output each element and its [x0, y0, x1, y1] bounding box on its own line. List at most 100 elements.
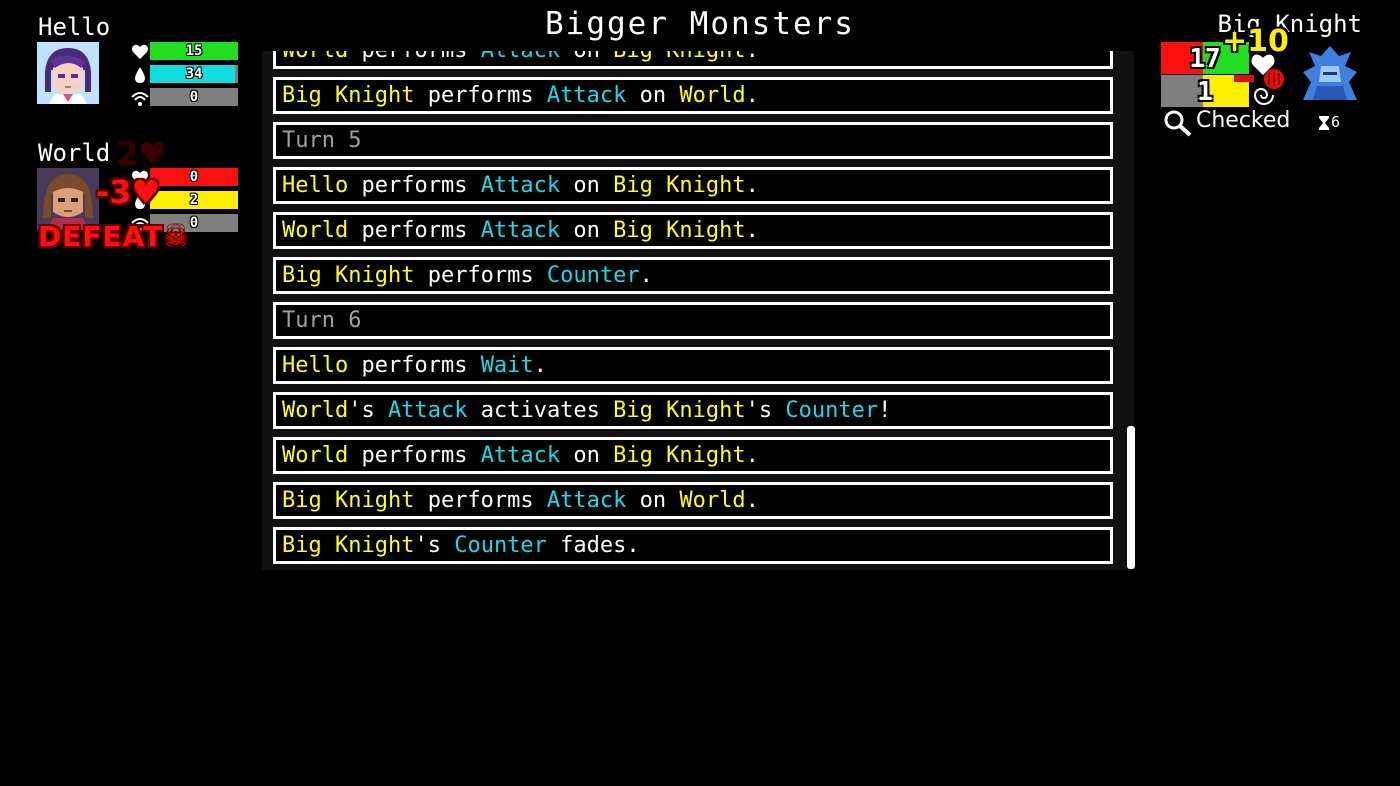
log-entry-text: Big Knight	[282, 263, 415, 288]
log-entry-text: Attack	[546, 488, 627, 513]
party-member-name: Hello	[38, 13, 111, 41]
party-member-name: World	[38, 139, 111, 167]
log-entry-text: on	[626, 83, 680, 108]
log-entry-text: fades.	[546, 533, 640, 558]
log-entry: Big Knight performs Counter.	[273, 257, 1113, 294]
hello-portrait[interactable]	[37, 42, 99, 104]
log-entry-text: 's	[414, 533, 455, 558]
log-entry: Turn 6	[273, 302, 1113, 339]
log-entry-text: on	[560, 218, 614, 243]
log-entry-text: performs	[414, 83, 547, 108]
log-entry-text: on	[626, 488, 680, 513]
damage-popup: -3♥	[96, 173, 161, 211]
log-entry-text: .	[639, 263, 653, 288]
log-entry-text: performs	[414, 488, 547, 513]
log-entry-text: performs	[348, 443, 481, 468]
log-entry-text: World	[679, 83, 746, 108]
enemy-timer: 6	[1331, 113, 1341, 131]
log-entry: Big Knight performs Attack on World.	[273, 77, 1113, 114]
signal-icon	[131, 89, 149, 107]
hello-status-bar: 0	[150, 88, 238, 106]
log-entry-text: .	[745, 83, 759, 108]
enemy-status-text: Checked	[1196, 108, 1291, 133]
log-entry-text: Big Knight	[282, 488, 415, 513]
log-entry-text: .	[745, 173, 759, 198]
log-entry-text: World	[282, 51, 348, 63]
log-entry: Hello performs Attack on Big Knight.	[273, 167, 1113, 204]
log-entry-text: Big Knight	[613, 173, 746, 198]
world-hp-bar: 0	[150, 168, 238, 186]
log-entry-text: Attack	[546, 83, 627, 108]
magnifier-icon	[1163, 109, 1193, 141]
log-entry-text: 's	[745, 398, 786, 423]
log-entry-text: Big Knight	[613, 51, 745, 63]
mp-value: 2	[189, 192, 199, 208]
log-entry-text: Attack	[480, 218, 561, 243]
log-entry-text: .	[746, 51, 759, 63]
log-entry-text: !	[878, 398, 892, 423]
faded-damage-popup: 2♥	[116, 135, 167, 173]
big-knight-portrait[interactable]	[1299, 42, 1361, 104]
log-entry-text: Attack	[481, 51, 560, 63]
log-entry-text: Counter	[546, 263, 640, 288]
spiral-icon	[1252, 84, 1276, 110]
log-scrollbar[interactable]	[1127, 426, 1135, 569]
defeat-label: DEFEAT☠	[38, 220, 189, 253]
hello-hp-bar: 15	[150, 42, 238, 60]
drop-icon	[131, 66, 149, 84]
log-entry-text: Counter	[785, 398, 879, 423]
log-entry-text: World	[282, 443, 349, 468]
log-entry-text: .	[745, 488, 759, 513]
log-entry: World performs Attack on Big Knight.	[273, 212, 1113, 249]
log-entry-text: Counter	[454, 533, 547, 558]
log-entry-text: Big Knight	[282, 83, 415, 108]
log-entry: World performs Attack on Big Knight.	[273, 51, 1113, 69]
log-entry: World performs Attack on Big Knight.	[273, 437, 1113, 474]
log-entry-text: .	[745, 443, 759, 468]
log-entry-text: performs	[348, 173, 481, 198]
log-entry-text: performs	[348, 218, 481, 243]
log-entry-text: on	[560, 173, 614, 198]
log-entry-text: performs	[348, 51, 480, 63]
log-entry-text: on	[560, 443, 614, 468]
hp-value: 0	[189, 169, 199, 185]
log-entry-text: activates	[467, 398, 614, 423]
heart-icon	[131, 43, 149, 61]
log-entry-text: Hello	[282, 353, 349, 378]
log-entry: Hello performs Wait.	[273, 347, 1113, 384]
log-entry-text: Attack	[387, 398, 468, 423]
log-entry-text: on	[560, 51, 613, 63]
damage-popup-value: -3	[96, 173, 132, 211]
world-mp-bar: 2	[150, 191, 238, 209]
log-entry-text: Attack	[480, 443, 561, 468]
skull-icon: ☠	[163, 220, 190, 253]
log-entry-text: Big Knight	[282, 533, 415, 558]
log-entry-text: Attack	[480, 173, 561, 198]
log-entry-text: Turn 6	[282, 308, 362, 333]
log-entry-text: 's	[348, 398, 388, 423]
log-entry: Big Knight's Counter fades.	[273, 527, 1113, 564]
log-entry-text: World	[282, 398, 349, 423]
game-title: Bigger Monsters	[545, 6, 855, 42]
mp-value: 34	[185, 66, 203, 82]
hourglass-icon	[1318, 115, 1330, 135]
status-value: 0	[189, 89, 199, 105]
log-entry-text: World	[282, 218, 349, 243]
log-entry-text: performs	[414, 263, 547, 288]
faded-popup-value: 2	[116, 135, 139, 173]
log-entry-text: Hello	[282, 173, 349, 198]
defeat-text: DEFEAT	[38, 220, 164, 253]
log-entry-text: Big Knight	[613, 443, 746, 468]
log-entry-text: .	[745, 218, 759, 243]
hello-mp-bar: 34	[150, 65, 238, 83]
combat-log[interactable]: World performs Attack on Big Knight.Big …	[262, 51, 1134, 570]
log-entry-text: Wait	[480, 353, 534, 378]
log-entry-text: .	[533, 353, 547, 378]
hp-value: 15	[185, 43, 203, 59]
log-entry-text: Big Knight	[613, 398, 746, 423]
log-entry-text: World	[679, 488, 746, 513]
log-entry-text: Big Knight	[613, 218, 746, 243]
log-entry: Turn 5	[273, 122, 1113, 159]
log-entry-text: performs	[348, 353, 481, 378]
log-entry: Big Knight performs Attack on World.	[273, 482, 1113, 519]
